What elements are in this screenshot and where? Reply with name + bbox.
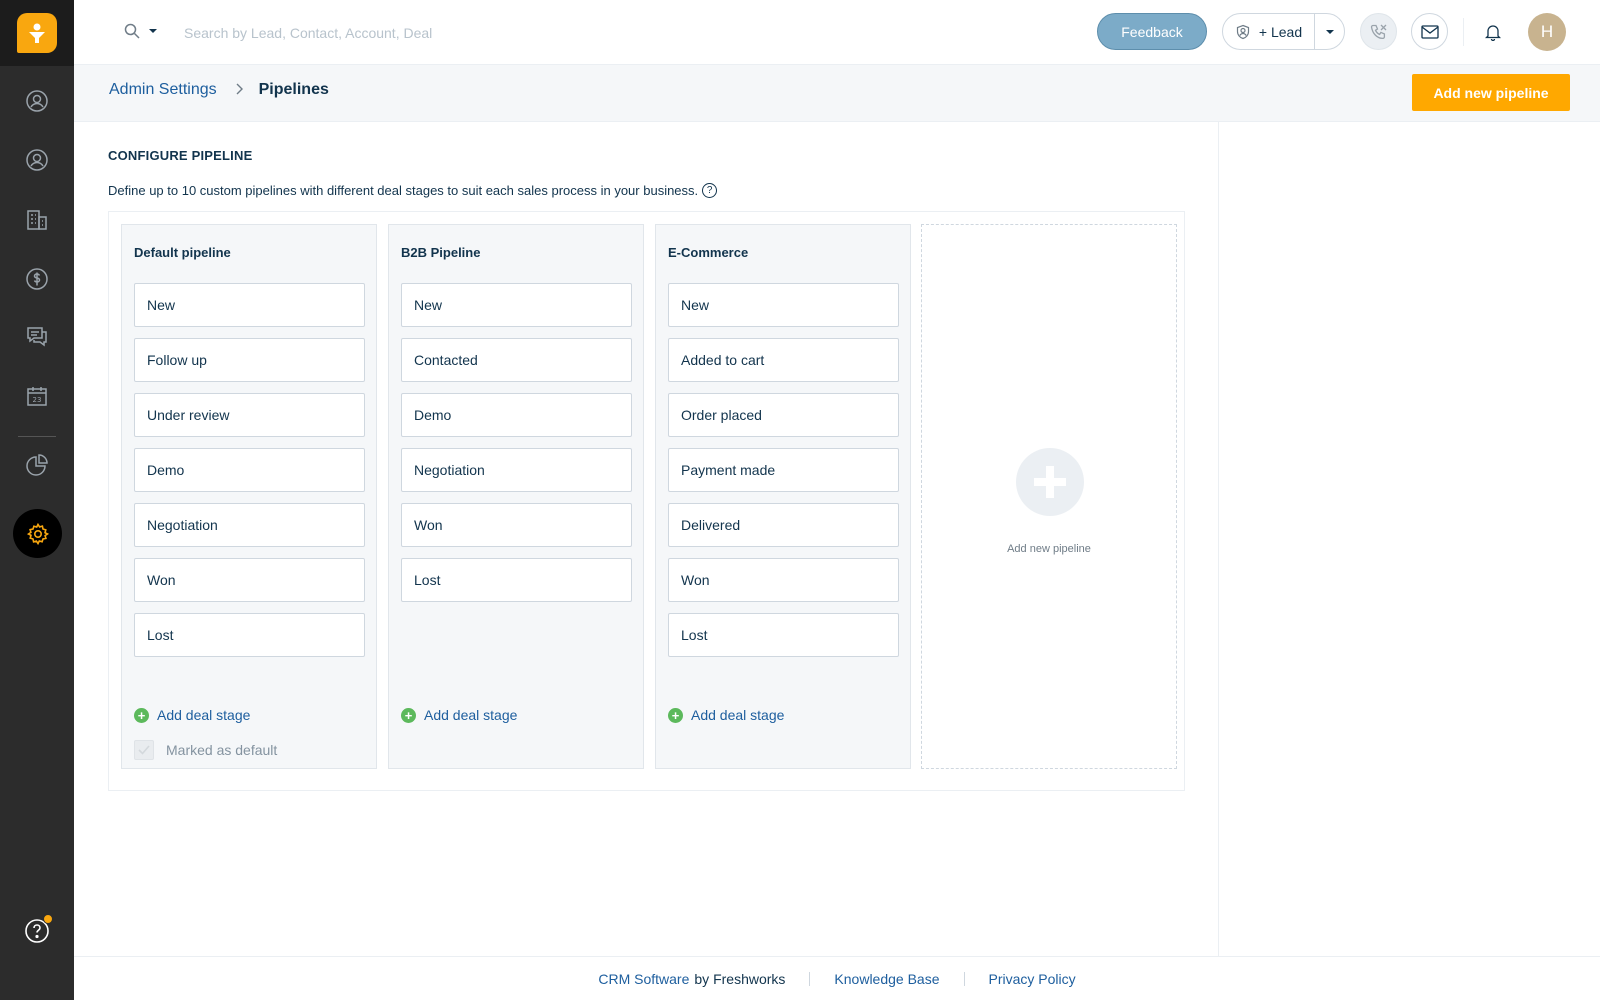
chevron-down-icon xyxy=(149,29,157,33)
pipeline-card-b2b: B2B Pipeline New Contacted Demo Negotiat… xyxy=(388,224,644,769)
buildings-icon[interactable] xyxy=(0,196,74,244)
pipelines-container: Default pipeline New Follow up Under rev… xyxy=(108,211,1185,791)
bell-icon xyxy=(1484,24,1501,41)
calendar-icon[interactable]: 23 xyxy=(0,372,74,420)
check-icon xyxy=(138,745,150,755)
pipeline-card-ecommerce: E-Commerce New Added to cart Order place… xyxy=(655,224,911,769)
add-deal-stage-button[interactable]: + Add deal stage xyxy=(668,707,784,723)
reports-icon[interactable] xyxy=(0,441,74,489)
add-new-pipeline-card[interactable]: Add new pipeline xyxy=(921,224,1177,769)
pipeline-name[interactable]: B2B Pipeline xyxy=(401,245,480,260)
breadcrumb-admin-settings[interactable]: Admin Settings xyxy=(109,81,217,99)
plus-circle-icon: + xyxy=(668,707,683,723)
knowledge-base-link[interactable]: Knowledge Base xyxy=(834,971,939,987)
chevron-right-icon xyxy=(235,82,243,98)
default-checkbox[interactable] xyxy=(134,740,154,760)
notification-dot xyxy=(43,914,53,924)
freshsales-logo-icon[interactable] xyxy=(17,13,57,53)
deal-stage-item[interactable]: Won xyxy=(134,558,365,602)
add-lead-dropdown[interactable] xyxy=(1314,14,1344,49)
conversations-icon[interactable] xyxy=(0,312,74,360)
crm-software-link[interactable]: CRM Software xyxy=(598,971,689,987)
deal-stage-item[interactable]: Negotiation xyxy=(134,503,365,547)
add-deal-stage-button[interactable]: + Add deal stage xyxy=(134,707,250,723)
mail-icon xyxy=(1420,24,1439,39)
deal-stage-item[interactable]: Negotiation xyxy=(401,448,632,492)
plus-circle-icon: + xyxy=(401,707,416,723)
sidebar: 23 xyxy=(0,0,74,1000)
deal-stage-item[interactable]: Won xyxy=(401,503,632,547)
add-lead-button[interactable]: + Lead xyxy=(1223,14,1314,49)
contacts-icon[interactable] xyxy=(0,77,74,125)
footer: CRM Software by Freshworks Knowledge Bas… xyxy=(74,956,1600,1000)
deal-stage-item[interactable]: New xyxy=(134,283,365,327)
privacy-policy-link[interactable]: Privacy Policy xyxy=(989,971,1076,987)
deal-stage-item[interactable]: Lost xyxy=(668,613,899,657)
deal-stage-item[interactable]: Lost xyxy=(134,613,365,657)
pipeline-card-default: Default pipeline New Follow up Under rev… xyxy=(121,224,377,769)
email-button[interactable] xyxy=(1411,13,1448,50)
deal-stage-item[interactable]: Lost xyxy=(401,558,632,602)
phone-button[interactable] xyxy=(1360,13,1397,50)
deal-stage-item[interactable]: Payment made xyxy=(668,448,899,492)
deal-stage-item[interactable]: Under review xyxy=(134,393,365,437)
section-description: Define up to 10 custom pipelines with di… xyxy=(108,183,718,198)
sidebar-divider xyxy=(18,436,56,437)
deal-stage-item[interactable]: Follow up xyxy=(134,338,365,382)
deal-stage-item[interactable]: Demo xyxy=(401,393,632,437)
chevron-down-icon xyxy=(1325,29,1334,34)
marked-as-default-label: Marked as default xyxy=(166,742,278,758)
page-header: Admin Settings Pipelines Add new pipelin… xyxy=(74,65,1600,122)
content-divider xyxy=(1218,122,1219,956)
page-title: Pipelines xyxy=(258,81,329,98)
accounts-icon[interactable] xyxy=(0,136,74,184)
add-deal-stage-label: Add deal stage xyxy=(157,707,251,723)
pipeline-name[interactable]: E-Commerce xyxy=(668,245,748,260)
search-input[interactable] xyxy=(184,20,544,46)
svg-text:23: 23 xyxy=(33,396,42,404)
phone-icon xyxy=(1370,24,1386,39)
search-scope-dropdown[interactable] xyxy=(124,23,158,39)
by-freshworks-text: by Freshworks xyxy=(694,970,786,987)
add-lead-button-group: + Lead xyxy=(1222,13,1345,50)
marked-as-default: Marked as default xyxy=(134,740,277,760)
pipeline-name[interactable]: Default pipeline xyxy=(134,245,231,260)
breadcrumb: Admin Settings Pipelines xyxy=(109,81,329,99)
deal-stage-item[interactable]: New xyxy=(401,283,632,327)
add-new-pipeline-label: Add new pipeline xyxy=(1007,543,1091,555)
add-lead-label: + Lead xyxy=(1258,23,1303,40)
deal-stage-item[interactable]: Won xyxy=(668,558,899,602)
top-bar: Feedback + Lead H xyxy=(74,0,1600,65)
add-deal-stage-label: Add deal stage xyxy=(424,707,518,723)
deal-stage-item[interactable]: New xyxy=(668,283,899,327)
footer-separator xyxy=(963,971,965,986)
deal-stage-item[interactable]: Order placed xyxy=(668,393,899,437)
settings-gear-icon[interactable] xyxy=(13,509,62,558)
deal-stage-item[interactable]: Contacted xyxy=(401,338,632,382)
deal-stage-item[interactable]: Delivered xyxy=(668,503,899,547)
search-icon xyxy=(124,23,140,39)
footer-separator xyxy=(809,971,811,986)
deal-stage-item[interactable]: Added to cart xyxy=(668,338,899,382)
notifications-button[interactable] xyxy=(1474,13,1511,50)
user-avatar[interactable]: H xyxy=(1528,13,1566,51)
deals-dollar-icon[interactable] xyxy=(0,255,74,303)
section-title: CONFIGURE PIPELINE xyxy=(108,148,253,163)
feedback-button[interactable]: Feedback xyxy=(1097,13,1207,50)
lead-icon xyxy=(1236,24,1249,39)
plus-circle-icon[interactable] xyxy=(1016,448,1084,516)
help-tooltip-icon[interactable]: ? xyxy=(702,183,718,198)
app-logo-area[interactable] xyxy=(0,0,74,66)
add-deal-stage-button[interactable]: + Add deal stage xyxy=(401,707,517,723)
plus-circle-icon: + xyxy=(134,707,149,723)
section-description-text: Define up to 10 custom pipelines with di… xyxy=(108,183,699,198)
add-deal-stage-label: Add deal stage xyxy=(691,707,785,723)
deal-stage-item[interactable]: Demo xyxy=(134,448,365,492)
topbar-separator xyxy=(1463,18,1464,46)
add-new-pipeline-button[interactable]: Add new pipeline xyxy=(1412,74,1570,111)
